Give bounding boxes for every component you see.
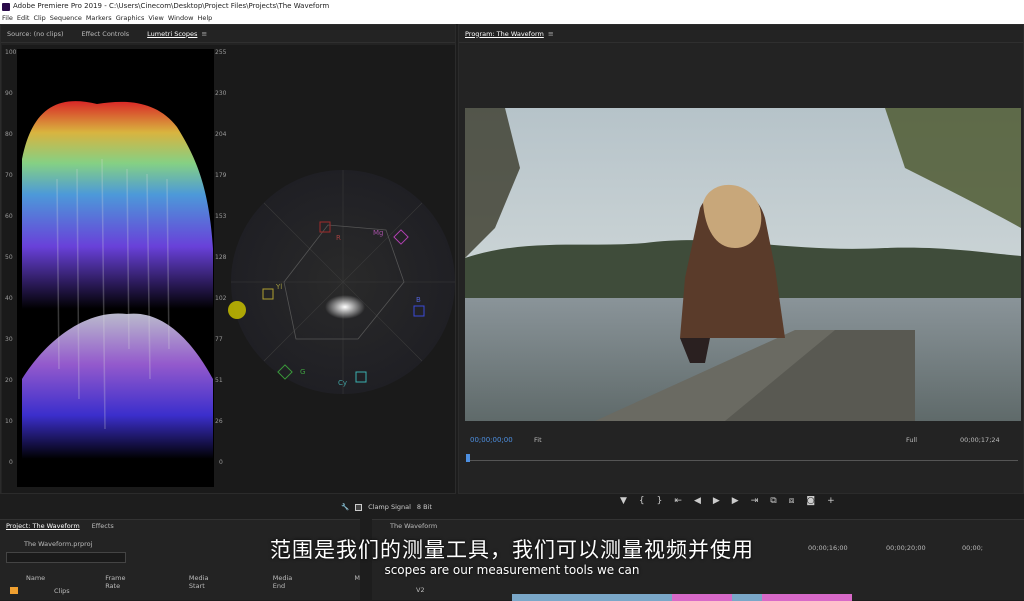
workspace: Source: (no clips) Effect Controls Lumet… xyxy=(0,24,1024,601)
vectorscope-label-mg: Mg xyxy=(373,229,383,237)
waveform-graphic xyxy=(22,101,213,459)
cursor-highlight xyxy=(228,301,246,319)
source-panel-tabs: Source: (no clips) Effect Controls Lumet… xyxy=(1,25,455,43)
scale-label: 50 xyxy=(5,254,13,261)
playhead[interactable] xyxy=(466,454,470,462)
menu-sequence[interactable]: Sequence xyxy=(50,13,82,24)
tab-source[interactable]: Source: (no clips) xyxy=(7,30,64,38)
go-to-out-icon[interactable]: ⇥ xyxy=(751,496,759,506)
tab-project[interactable]: Project: The Waveform xyxy=(6,522,80,530)
scale-label: 102 xyxy=(215,295,227,302)
vectorscope: R Mg B Cy G Yl xyxy=(228,167,458,397)
transport-controls: ▼ { } ⇤ ◀ ▶ ▶ ⇥ ⧉ ⧈ ◙ + xyxy=(620,496,835,506)
list-item[interactable]: Clips xyxy=(54,587,70,595)
vectorscope-label-g: G xyxy=(300,368,305,376)
quality-dropdown[interactable]: Full xyxy=(906,436,917,444)
scope-tools: 🔧 Clamp Signal 8 Bit xyxy=(341,503,432,511)
vectorscope-label-yl: Yl xyxy=(275,283,282,291)
overwrite-icon[interactable]: ⧈ xyxy=(789,496,795,506)
go-to-in-icon[interactable]: ⇤ xyxy=(674,496,682,506)
scale-label: 51 xyxy=(215,377,223,384)
timeline-clip[interactable] xyxy=(762,594,852,601)
scale-label: 10 xyxy=(5,418,13,425)
subtitle-english: scopes are our measurement tools we can xyxy=(384,563,640,577)
scale-label: 60 xyxy=(5,213,13,220)
timeline-clip[interactable] xyxy=(672,594,732,601)
scale-label: 26 xyxy=(215,418,223,425)
play-icon[interactable]: ▶ xyxy=(713,496,720,506)
project-panel-tabs: Project: The Waveform Effects xyxy=(6,522,114,530)
panel-menu-icon[interactable]: ≡ xyxy=(201,30,207,38)
step-forward-icon[interactable]: ▶ xyxy=(732,496,739,506)
video-frame-image xyxy=(465,108,1021,421)
wrench-icon[interactable]: 🔧 xyxy=(341,503,349,511)
window-titlebar: Adobe Premiere Pro 2019 - C:\Users\Cinec… xyxy=(0,0,1024,13)
menu-clip[interactable]: Clip xyxy=(33,13,45,24)
program-menu-icon[interactable]: ≡ xyxy=(548,30,554,38)
export-frame-icon[interactable]: ◙ xyxy=(806,496,815,506)
vectorscope-graphic: R Mg B Cy G Yl xyxy=(231,170,455,394)
insert-icon[interactable]: ⧉ xyxy=(770,496,776,506)
menu-file[interactable]: File xyxy=(2,13,13,24)
scale-label: 153 xyxy=(215,213,227,220)
mark-out-icon[interactable]: } xyxy=(657,496,663,506)
app-icon xyxy=(2,2,10,11)
program-duration: 00;00;17;24 xyxy=(960,436,1000,444)
bit-depth-select[interactable]: 8 Bit xyxy=(417,503,432,511)
menu-window[interactable]: Window xyxy=(168,13,194,24)
scale-label: 204 xyxy=(215,131,227,138)
step-back-icon[interactable]: ◀ xyxy=(694,496,701,506)
tab-lumetri-scopes[interactable]: Lumetri Scopes xyxy=(147,30,197,38)
scale-label: 70 xyxy=(5,172,13,179)
menu-view[interactable]: View xyxy=(148,13,163,24)
lumetri-scopes: 100 90 80 70 60 50 40 30 20 10 0 255 230… xyxy=(2,45,455,493)
subtitle-chinese: 范围是我们的测量工具，我们可以测量视频并使用 xyxy=(270,538,754,562)
timeline-tab-label: The Waveform xyxy=(390,522,438,530)
menu-edit[interactable]: Edit xyxy=(17,13,30,24)
button-editor-icon[interactable]: + xyxy=(827,496,835,506)
menu-help[interactable]: Help xyxy=(197,13,212,24)
scale-label: 179 xyxy=(215,172,227,179)
scale-label: 100 xyxy=(5,49,17,56)
menu-bar: File Edit Clip Sequence Markers Graphics… xyxy=(0,13,1024,24)
vectorscope-label-b: B xyxy=(416,296,421,304)
scale-label: 0 xyxy=(219,459,223,466)
waveform-scope xyxy=(17,49,214,487)
program-time-ruler[interactable] xyxy=(468,460,1018,461)
track-label[interactable]: V2 xyxy=(416,586,425,594)
scale-label: 80 xyxy=(5,131,13,138)
window-title: Adobe Premiere Pro 2019 - C:\Users\Cinec… xyxy=(13,2,330,10)
scale-label: 0 xyxy=(9,459,13,466)
scale-label: 230 xyxy=(215,90,227,97)
scale-label: 40 xyxy=(5,295,13,302)
vectorscope-label-cy: Cy xyxy=(338,379,347,387)
marker-icon[interactable]: ▼ xyxy=(620,496,627,506)
clamp-signal-checkbox[interactable] xyxy=(355,503,363,511)
timeline-tab[interactable]: The Waveform xyxy=(390,522,437,530)
folder-color-swatch xyxy=(10,587,18,594)
menu-markers[interactable]: Markers xyxy=(86,13,112,24)
menu-graphics[interactable]: Graphics xyxy=(116,13,145,24)
vectorscope-label-r: R xyxy=(336,234,341,242)
mark-in-icon[interactable]: { xyxy=(639,496,645,506)
scale-label: 90 xyxy=(5,90,13,97)
scale-label: 255 xyxy=(215,49,227,56)
tab-effects[interactable]: Effects xyxy=(92,522,114,530)
source-panel: Source: (no clips) Effect Controls Lumet… xyxy=(0,24,456,511)
tab-program[interactable]: Program: The Waveform xyxy=(465,30,544,38)
scale-label: 20 xyxy=(5,377,13,384)
scale-label: 77 xyxy=(215,336,223,343)
scale-label: 30 xyxy=(5,336,13,343)
scale-label: 128 xyxy=(215,254,227,261)
fit-dropdown[interactable]: Fit xyxy=(534,436,542,444)
clamp-signal-label: Clamp Signal xyxy=(368,503,411,511)
tab-effect-controls[interactable]: Effect Controls xyxy=(82,30,130,38)
program-panel-tabs: Program: The Waveform ≡ xyxy=(459,25,1023,43)
program-video-frame xyxy=(465,108,1021,421)
program-timecode[interactable]: 00;00;00;00 xyxy=(470,436,513,444)
